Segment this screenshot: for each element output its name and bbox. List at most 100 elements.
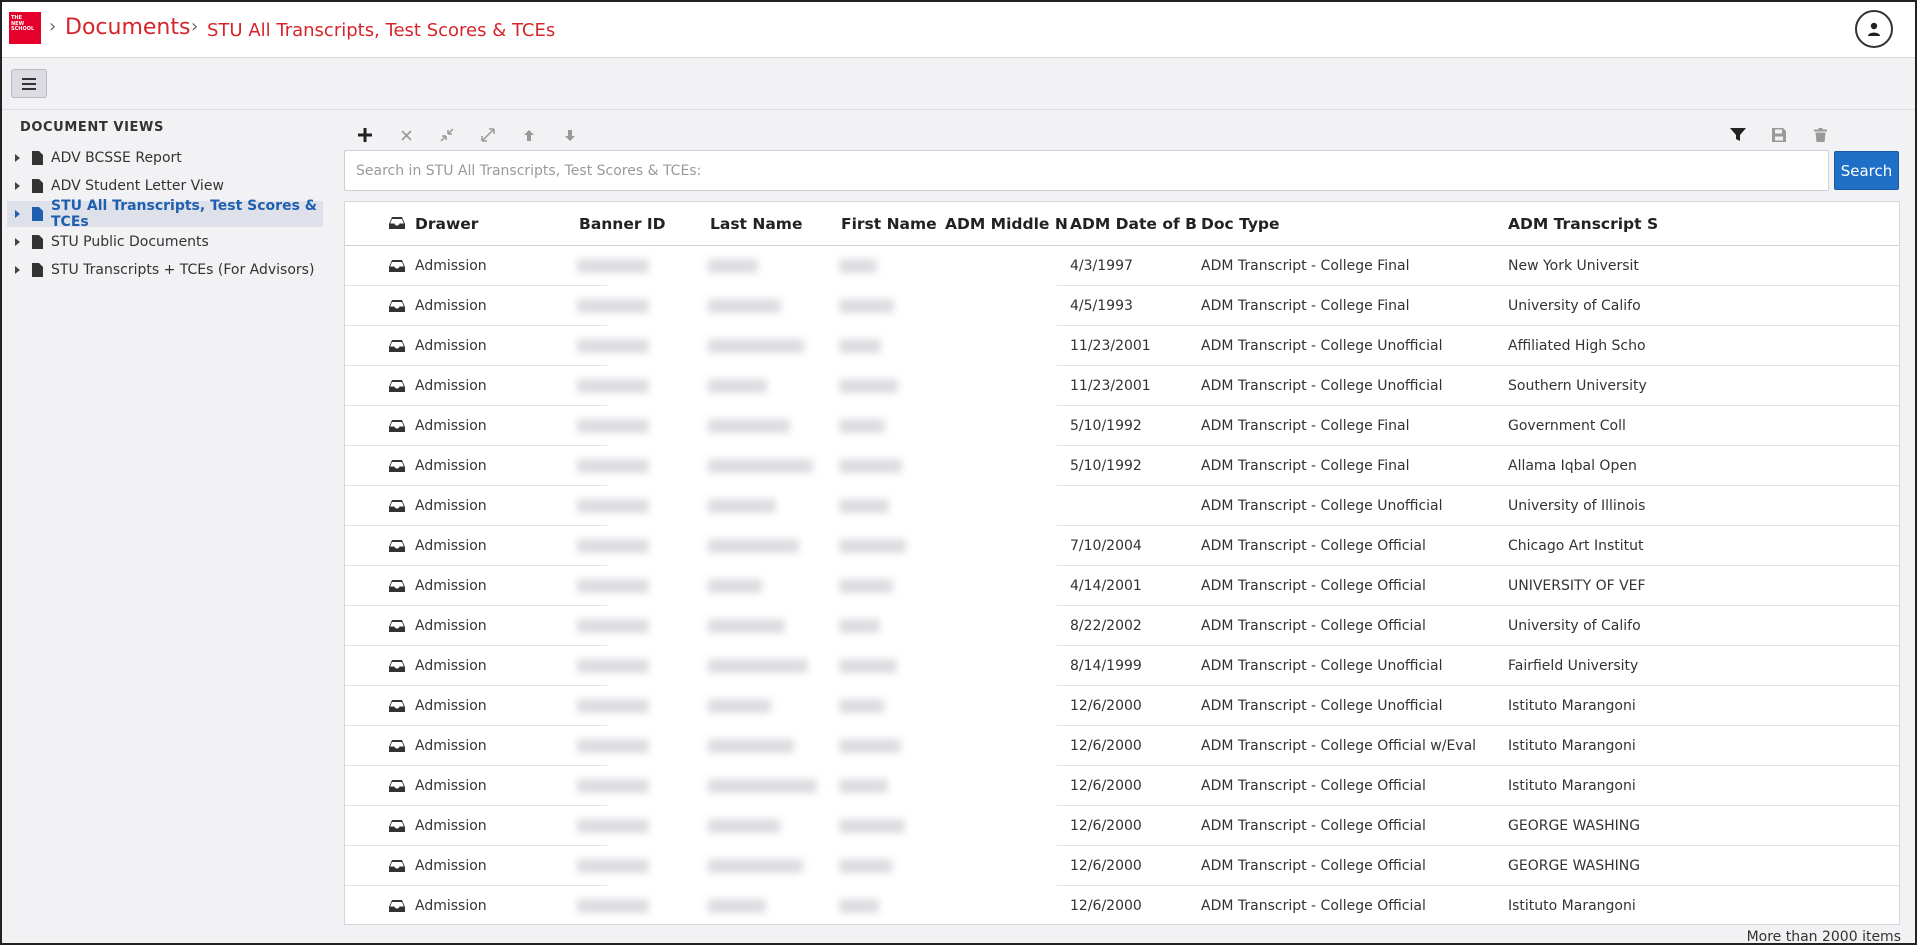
expand-arrow-icon[interactable]	[15, 266, 20, 274]
redacted-first-name	[839, 539, 906, 553]
table-row[interactable]: Admission 11/23/2001 ADM Transcript - Coll…	[345, 366, 1899, 406]
cell-drawer: Admission	[415, 618, 487, 634]
cell-drawer: Admission	[415, 378, 487, 394]
cell-date-of-birth: 12/6/2000	[1070, 698, 1142, 714]
cell-date-of-birth: 7/10/2004	[1070, 538, 1142, 554]
table-row[interactable]: Admission 4/14/2001 ADM Transcript - Colle…	[345, 566, 1899, 606]
redacted-banner-id	[577, 419, 649, 433]
redacted-first-name	[839, 899, 879, 913]
table-row[interactable]: Admission 12/6/2000 ADM Transcript - Colle…	[345, 806, 1899, 846]
expand-arrow-icon[interactable]	[15, 154, 20, 162]
cell-date-of-birth: 12/6/2000	[1070, 738, 1142, 754]
redacted-last-name	[708, 499, 776, 513]
column-header-doc-type[interactable]: Doc Type	[1201, 202, 1501, 246]
cell-doc-type: ADM Transcript - College Unofficial	[1201, 338, 1443, 354]
inbox-tray-icon	[389, 498, 405, 517]
table-row[interactable]: Admission 4/3/1997 ADM Transcript - Colleg…	[345, 246, 1899, 286]
sidebar-item-stu-all-transcripts[interactable]: STU All Transcripts, Test Scores & TCEs	[7, 198, 323, 230]
cell-doc-type: ADM Transcript - College Official w/Eval	[1201, 738, 1477, 754]
collapse-button[interactable]	[436, 124, 458, 146]
redacted-last-name	[708, 579, 762, 593]
breadcrumb-documents[interactable]: Documents	[65, 15, 190, 40]
user-account-button[interactable]	[1855, 10, 1893, 48]
redacted-banner-id	[577, 899, 649, 913]
move-up-button[interactable]	[518, 124, 540, 146]
inbox-tray-icon	[389, 818, 405, 837]
cell-date-of-birth: 5/10/1992	[1070, 418, 1142, 434]
table-row[interactable]: Admission 12/6/2000 ADM Transcript - Colle…	[345, 686, 1899, 726]
table-row[interactable]: Admission 5/10/1992 ADM Transcript - Colle…	[345, 446, 1899, 486]
table-row[interactable]: Admission 12/6/2000 ADM Transcript - Colle…	[345, 726, 1899, 766]
cell-doc-type: ADM Transcript - College Unofficial	[1201, 378, 1443, 394]
redacted-first-name	[839, 739, 901, 753]
remove-button[interactable]	[395, 124, 417, 146]
expand-button[interactable]	[477, 124, 499, 146]
table-row[interactable]: Admission 8/14/1999 ADM Transcript - Colle…	[345, 646, 1899, 686]
redacted-first-name	[839, 299, 894, 313]
cell-transcript-school: Istituto Marangoni	[1508, 698, 1636, 714]
breadcrumb-separator-icon: ›	[191, 16, 199, 37]
sidebar-item-adv-student-letter-view[interactable]: ADV Student Letter View	[7, 173, 323, 199]
inbox-tray-icon	[389, 738, 405, 757]
add-button[interactable]	[354, 124, 376, 146]
column-header-drawer[interactable]: Drawer	[415, 202, 565, 246]
table-row[interactable]: Admission 8/22/2002 ADM Transcript - Colle…	[345, 606, 1899, 646]
filter-icon	[1730, 128, 1746, 141]
cell-drawer: Admission	[415, 898, 487, 914]
school-logo[interactable]: THE NEW SCHOOL	[9, 12, 41, 44]
column-header-banner-id[interactable]: Banner ID	[579, 202, 699, 246]
redacted-banner-id	[577, 499, 649, 513]
cell-drawer: Admission	[415, 258, 487, 274]
cell-drawer: Admission	[415, 538, 487, 554]
cell-date-of-birth: 5/10/1992	[1070, 458, 1142, 474]
cell-doc-type: ADM Transcript - College Official	[1201, 818, 1426, 834]
table-row[interactable]: Admission 11/23/2001 ADM Transcript - Coll…	[345, 326, 1899, 366]
table-row[interactable]: Admission 12/6/2000 ADM Transcript - Colle…	[345, 766, 1899, 806]
expand-arrow-icon[interactable]	[15, 238, 20, 246]
column-header-last-name[interactable]: Last Name	[710, 202, 830, 246]
arrow-up-icon	[524, 129, 534, 141]
cell-doc-type: ADM Transcript - College Final	[1201, 458, 1410, 474]
move-down-button[interactable]	[559, 124, 581, 146]
sidebar-item-stu-public-documents[interactable]: STU Public Documents	[7, 229, 323, 255]
cell-doc-type: ADM Transcript - College Official	[1201, 858, 1426, 874]
redacted-banner-id	[577, 539, 649, 553]
filter-button[interactable]	[1727, 124, 1749, 146]
sidebar: DOCUMENT VIEWS ADV BCSSE Report ADV Stud…	[2, 110, 329, 943]
table-row[interactable]: Admission 4/5/1993 ADM Transcript - Colleg…	[345, 286, 1899, 326]
delete-button[interactable]	[1809, 124, 1831, 146]
table-row[interactable]: Admission 7/10/2004 ADM Transcript - Colle…	[345, 526, 1899, 566]
column-header-middle-name[interactable]: ADM Middle N...	[945, 202, 1067, 246]
redacted-first-name	[839, 859, 892, 873]
redacted-first-name	[839, 379, 898, 393]
cell-transcript-school: Istituto Marangoni	[1508, 738, 1636, 754]
column-header-date-of-birth[interactable]: ADM Date of Bir...	[1070, 202, 1198, 246]
expand-arrow-icon[interactable]	[15, 182, 20, 190]
cell-transcript-school: New York Universit	[1508, 258, 1639, 274]
column-header-first-name[interactable]: First Name	[841, 202, 941, 246]
search-input[interactable]	[345, 151, 1828, 190]
document-icon	[32, 235, 43, 249]
table-row[interactable]: Admission 12/6/2000 ADM Transcript - Colle…	[345, 846, 1899, 886]
search-button[interactable]: Search	[1834, 151, 1899, 190]
redacted-last-name	[708, 539, 799, 553]
sidebar-item-adv-bcsse-report[interactable]: ADV BCSSE Report	[7, 145, 323, 171]
expand-arrow-icon[interactable]	[15, 210, 20, 218]
table-row[interactable]: Admission 5/10/1992 ADM Transcript - Colle…	[345, 406, 1899, 446]
grid-header: Drawer Banner ID Last Name First Name AD…	[345, 202, 1899, 246]
table-row[interactable]: Admission ADM Transcript - College Unoffi…	[345, 486, 1899, 526]
menu-toggle-button[interactable]	[11, 69, 47, 98]
cell-drawer: Admission	[415, 298, 487, 314]
table-row[interactable]: Admission 12/6/2000 ADM Transcript - Colle…	[345, 886, 1899, 924]
sub-toolbar	[2, 58, 1915, 110]
sidebar-item-label: STU Public Documents	[51, 234, 209, 250]
redacted-banner-id	[577, 259, 649, 273]
user-icon	[1868, 22, 1880, 36]
cell-transcript-school: Affiliated High Scho	[1508, 338, 1646, 354]
column-header-transcript-school[interactable]: ADM Transcript S	[1508, 202, 1899, 246]
save-button[interactable]	[1768, 124, 1790, 146]
cell-doc-type: ADM Transcript - College Official	[1201, 778, 1426, 794]
redacted-first-name	[839, 259, 877, 273]
cell-transcript-school: GEORGE WASHING	[1508, 858, 1641, 874]
sidebar-item-stu-transcripts-advisors[interactable]: STU Transcripts + TCEs (For Advisors)	[7, 257, 323, 283]
